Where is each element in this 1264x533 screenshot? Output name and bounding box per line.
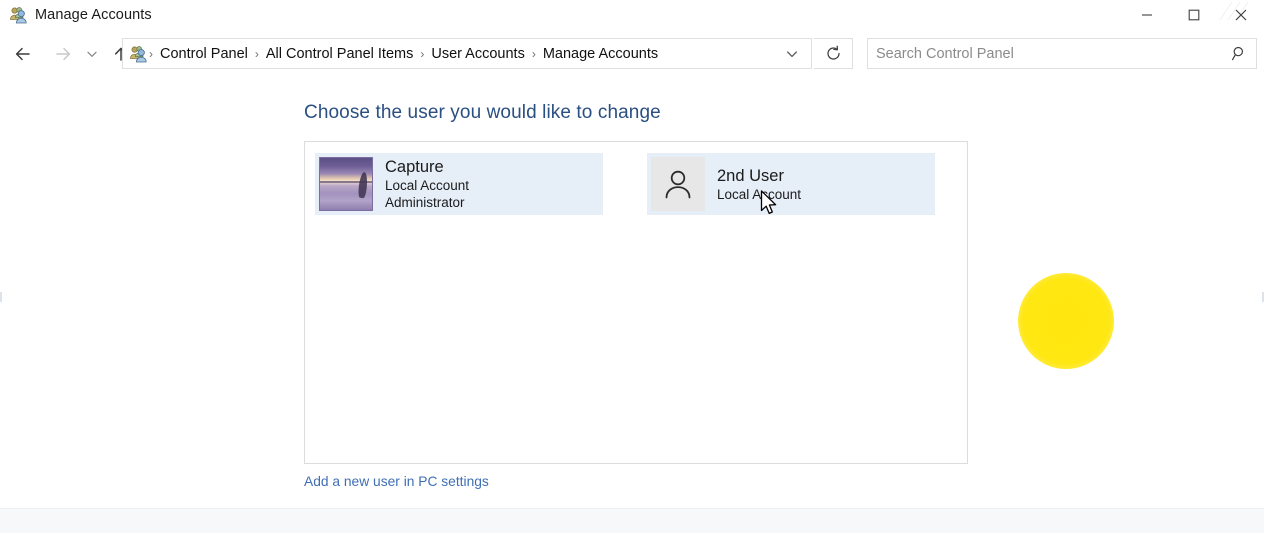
chevron-down-icon [85,47,99,61]
avatar-silhouette [358,172,369,199]
breadcrumb-separator[interactable]: › [253,44,261,64]
breadcrumb-all-control-panel-items[interactable]: All Control Panel Items [261,44,418,64]
breadcrumb-separator[interactable]: › [418,44,426,64]
recent-locations-button[interactable] [83,40,101,68]
search-icon [1231,45,1248,62]
window-title: Manage Accounts [35,6,152,24]
forward-button [49,40,77,68]
user-name: Capture [385,157,469,177]
avatar-capture [319,157,373,211]
breadcrumb-user-accounts[interactable]: User Accounts [426,44,530,64]
user-info-capture: Capture Local Account Administrator [385,157,469,211]
arrow-left-icon [13,44,33,64]
minimize-icon [1141,9,1153,21]
user-account-type: Local Account [717,186,801,203]
search-input[interactable] [876,40,1216,67]
search-button[interactable] [1229,39,1249,68]
left-edge-mark [0,292,2,302]
breadcrumb-control-panel[interactable]: Control Panel [155,44,253,64]
user-role: Administrator [385,194,469,211]
user-info-2nd-user: 2nd User Local Account [717,166,801,203]
breadcrumb-separator: › [147,44,155,64]
refresh-icon [825,45,842,62]
click-highlight [1018,273,1114,369]
chevron-down-icon [785,47,799,61]
user-accounts-icon [9,6,27,24]
address-dropdown-button[interactable] [781,39,803,68]
maximize-icon [1188,9,1200,21]
manage-accounts-window: Manage Accounts [0,0,1264,533]
content-area: Choose the user you would like to change… [0,78,1264,508]
person-icon [661,167,695,201]
arrow-right-icon [53,44,73,64]
user-tile-capture[interactable]: Capture Local Account Administrator [315,153,603,215]
address-bar[interactable]: › Control Panel › All Control Panel Item… [122,38,812,69]
refresh-button[interactable] [814,38,853,69]
search-box[interactable] [867,38,1257,69]
add-new-user-link[interactable]: Add a new user in PC settings [304,474,489,489]
user-account-type: Local Account [385,177,469,194]
close-button[interactable] [1218,0,1264,30]
user-tile-2nd-user[interactable]: 2nd User Local Account [647,153,935,215]
avatar-2nd-user [651,157,705,211]
breadcrumb-separator[interactable]: › [530,44,538,64]
close-icon [1234,8,1248,22]
page-title: Choose the user you would like to change [304,102,661,124]
title-bar: Manage Accounts [0,0,1264,30]
maximize-button[interactable] [1171,0,1217,30]
back-button[interactable] [9,40,37,68]
address-bar-user-accounts-icon [129,45,147,63]
breadcrumb-manage-accounts[interactable]: Manage Accounts [538,44,663,64]
user-name: 2nd User [717,166,801,186]
users-panel: Capture Local Account Administrator [304,141,968,464]
minimize-button[interactable] [1124,0,1170,30]
status-bar [0,508,1264,533]
